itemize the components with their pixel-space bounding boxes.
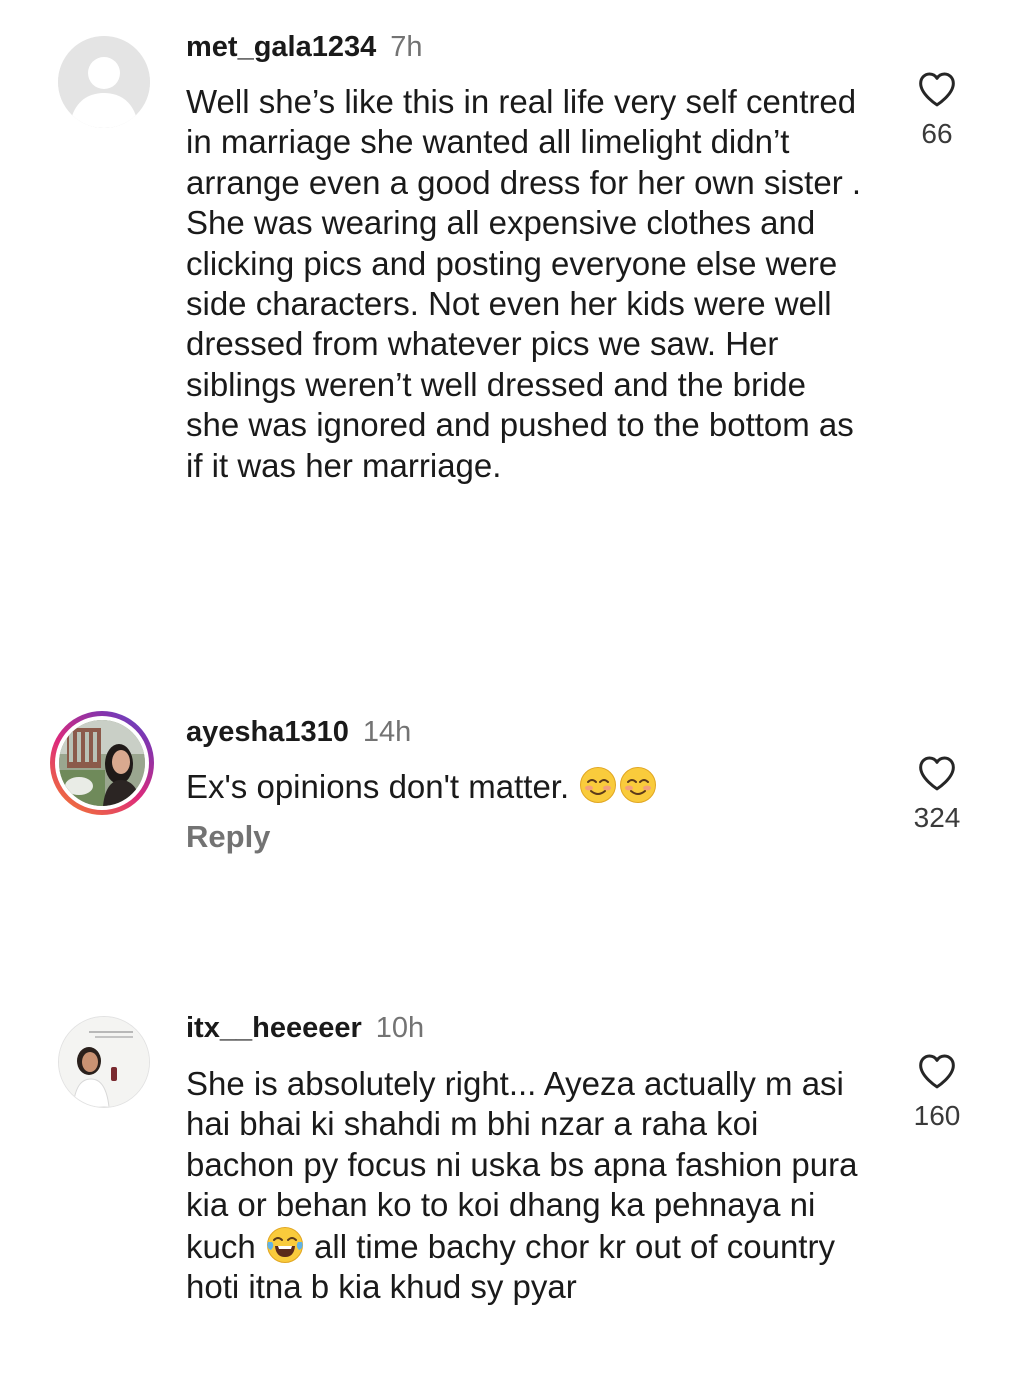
user-avatar[interactable]	[58, 36, 150, 128]
smiling-face-with-smiling-eyes-icon	[619, 766, 657, 804]
comment-text: Well she’s like this in real life very s…	[186, 83, 862, 484]
user-avatar[interactable]	[58, 1016, 150, 1108]
like-control: 324	[892, 754, 982, 834]
profile-photo	[59, 1017, 149, 1107]
comment-text-body: Ex's opinions don't matter.	[186, 768, 570, 805]
comment-meta: ayesha1310 14h	[186, 714, 411, 750]
username[interactable]: itx__heeeeer	[186, 1012, 362, 1044]
username[interactable]: met_gala1234	[186, 31, 376, 63]
smiling-face-with-smiling-eyes-icon	[579, 766, 617, 804]
like-count: 66	[921, 118, 953, 149]
like-control: 66	[892, 70, 982, 150]
comment-meta: itx__heeeeer 10h	[186, 1010, 424, 1046]
like-count: 160	[913, 1100, 961, 1131]
story-ring-profile-photo	[55, 716, 149, 810]
face-with-tears-of-joy-icon	[266, 1226, 304, 1264]
like-count: 324	[913, 802, 961, 833]
comment-text: Ex's opinions don't matter.	[186, 766, 866, 807]
comment-text: She is absolutely right... Ayeza actuall…	[186, 1064, 866, 1307]
reply-button[interactable]: Reply	[186, 819, 270, 855]
default-user-avatar-icon	[58, 36, 150, 128]
like-control: 160	[892, 1052, 982, 1132]
heart-icon[interactable]	[917, 1052, 957, 1090]
user-avatar[interactable]	[50, 711, 154, 815]
heart-icon[interactable]	[917, 70, 957, 108]
heart-icon[interactable]	[917, 754, 957, 792]
timestamp: 7h	[390, 31, 423, 63]
username[interactable]: ayesha1310	[186, 716, 349, 748]
timestamp: 10h	[375, 1012, 425, 1044]
comment-meta: met_gala1234 7h	[186, 29, 423, 65]
timestamp: 14h	[362, 716, 412, 748]
